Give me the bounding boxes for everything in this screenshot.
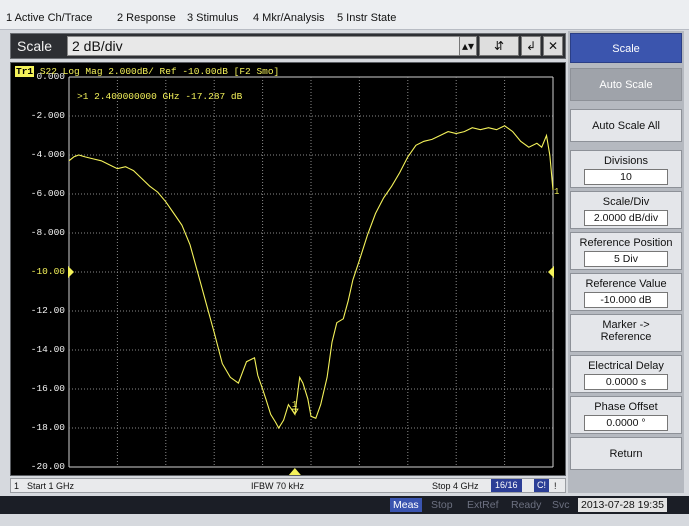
trace-plot: 11 [68,76,559,475]
trace-header-text: S22 Log Mag 2.000dB/ Ref -10.00dB [F2 Sm… [39,66,280,77]
electrical-delay-button[interactable]: Electrical Delay 0.0000 s [570,355,682,393]
marker-to-reference-line2: Reference [600,331,652,343]
y-tick-label: 0.000 [36,71,65,82]
close-icon[interactable]: ✕ [543,36,563,56]
scale-div-button[interactable]: Scale/Div 2.0000 dB/div [570,191,682,229]
scale-div-label: Scale/Div [602,196,650,208]
menu-active-ch-trace[interactable]: 1 Active Ch/Trace [6,12,92,24]
reference-position-label: Reference Position [579,237,673,249]
return-button[interactable]: Return [570,437,682,470]
spin-up-down-icon[interactable]: ▴▾ [459,36,477,56]
reference-level-right-icon [548,266,554,278]
marker-readout: >1 2.400000000 GHz -17.287 dB [77,91,243,102]
phase-offset-value[interactable]: 0.0000 ° [584,415,668,431]
reference-value-label: Reference Value [585,278,667,290]
reference-position-button[interactable]: Reference Position 5 Div [570,232,682,270]
marker-to-reference-line1: Marker -> [602,319,650,331]
extref-indicator: ExtRef [467,499,499,511]
ifbw-value[interactable]: IFBW 70 kHz [251,481,304,491]
meas-indicator: Meas [390,498,422,512]
entry-value-field[interactable]: 2 dB/div [67,36,473,56]
divisions-value[interactable]: 10 [584,169,668,185]
divisions-label: Divisions [603,155,648,167]
trace-end-label: 1 [554,187,559,197]
step-arrows-icon[interactable]: ⇵ [479,36,519,56]
entry-bar: Scale 2 dB/div ▴▾ ⇵ ↲ ✕ [10,33,566,59]
y-tick-label: -4.000 [30,149,65,160]
stop-indicator: Stop [431,499,453,511]
warning-indicator: ! [554,481,557,491]
start-frequency[interactable]: Start 1 GHz [27,481,74,491]
trace-line [68,125,554,430]
reference-value-value[interactable]: -10.000 dB [584,292,668,308]
menu-stimulus[interactable]: 3 Stimulus [187,12,238,24]
y-tick-label: -6.000 [30,188,65,199]
phase-offset-label: Phase Offset [594,401,658,413]
date-time: 2013-07-28 19:35 [578,498,667,512]
phase-offset-button[interactable]: Phase Offset 0.0000 ° [570,396,682,434]
reference-position-value[interactable]: 5 Div [584,251,668,267]
points-indicator: 16/16 [491,479,522,492]
auto-scale-all-button[interactable]: Auto Scale All [570,109,682,142]
menu-bar: 1 Active Ch/Trace 2 Response 3 Stimulus … [0,0,689,30]
channel-number: 1 [14,481,20,491]
svc-indicator: Svc [552,499,570,511]
entry-label: Scale [17,38,53,54]
marker-to-reference-button[interactable]: Marker -> Reference [570,314,682,352]
stimulus-marker-icon [288,468,301,475]
y-tick-label: -20.00 [30,461,65,472]
menu-instr-state[interactable]: 5 Instr State [337,12,396,24]
softkey-menu-title: Scale [570,33,682,63]
correction-indicator: C! [534,479,549,492]
y-tick-label: -10.00 [30,266,65,277]
menu-mkr-analysis[interactable]: 4 Mkr/Analysis [253,12,325,24]
divisions-button[interactable]: Divisions 10 [570,150,682,188]
y-tick-label: -14.00 [30,344,65,355]
channel-status-bar: 1 Start 1 GHz IFBW 70 kHz Stop 4 GHz 16/… [10,478,566,493]
y-tick-label: -2.000 [30,110,65,121]
ready-indicator: Ready [511,499,542,511]
menu-response[interactable]: 2 Response [117,12,176,24]
reference-value-button[interactable]: Reference Value -10.000 dB [570,273,682,311]
enter-icon[interactable]: ↲ [521,36,541,56]
y-tick-label: -12.00 [30,305,65,316]
reference-level-left-icon [68,266,74,278]
auto-scale-button[interactable]: Auto Scale [570,68,682,101]
y-tick-label: -8.000 [30,227,65,238]
y-tick-label: -18.00 [30,422,65,433]
trace-display[interactable]: 11 Tr1 S22 Log Mag 2.000dB/ Ref -10.00dB… [10,62,566,476]
y-tick-label: -16.00 [30,383,65,394]
marker-1-label: 1 [292,400,297,410]
instrument-status-bar: Meas Stop ExtRef Ready Svc 2013-07-28 19… [0,496,689,514]
electrical-delay-value[interactable]: 0.0000 s [584,374,668,390]
stop-frequency[interactable]: Stop 4 GHz [432,481,479,491]
softkey-panel: Scale Auto Scale Auto Scale All Division… [568,31,684,493]
scale-div-value[interactable]: 2.0000 dB/div [584,210,668,226]
electrical-delay-label: Electrical Delay [588,360,664,372]
